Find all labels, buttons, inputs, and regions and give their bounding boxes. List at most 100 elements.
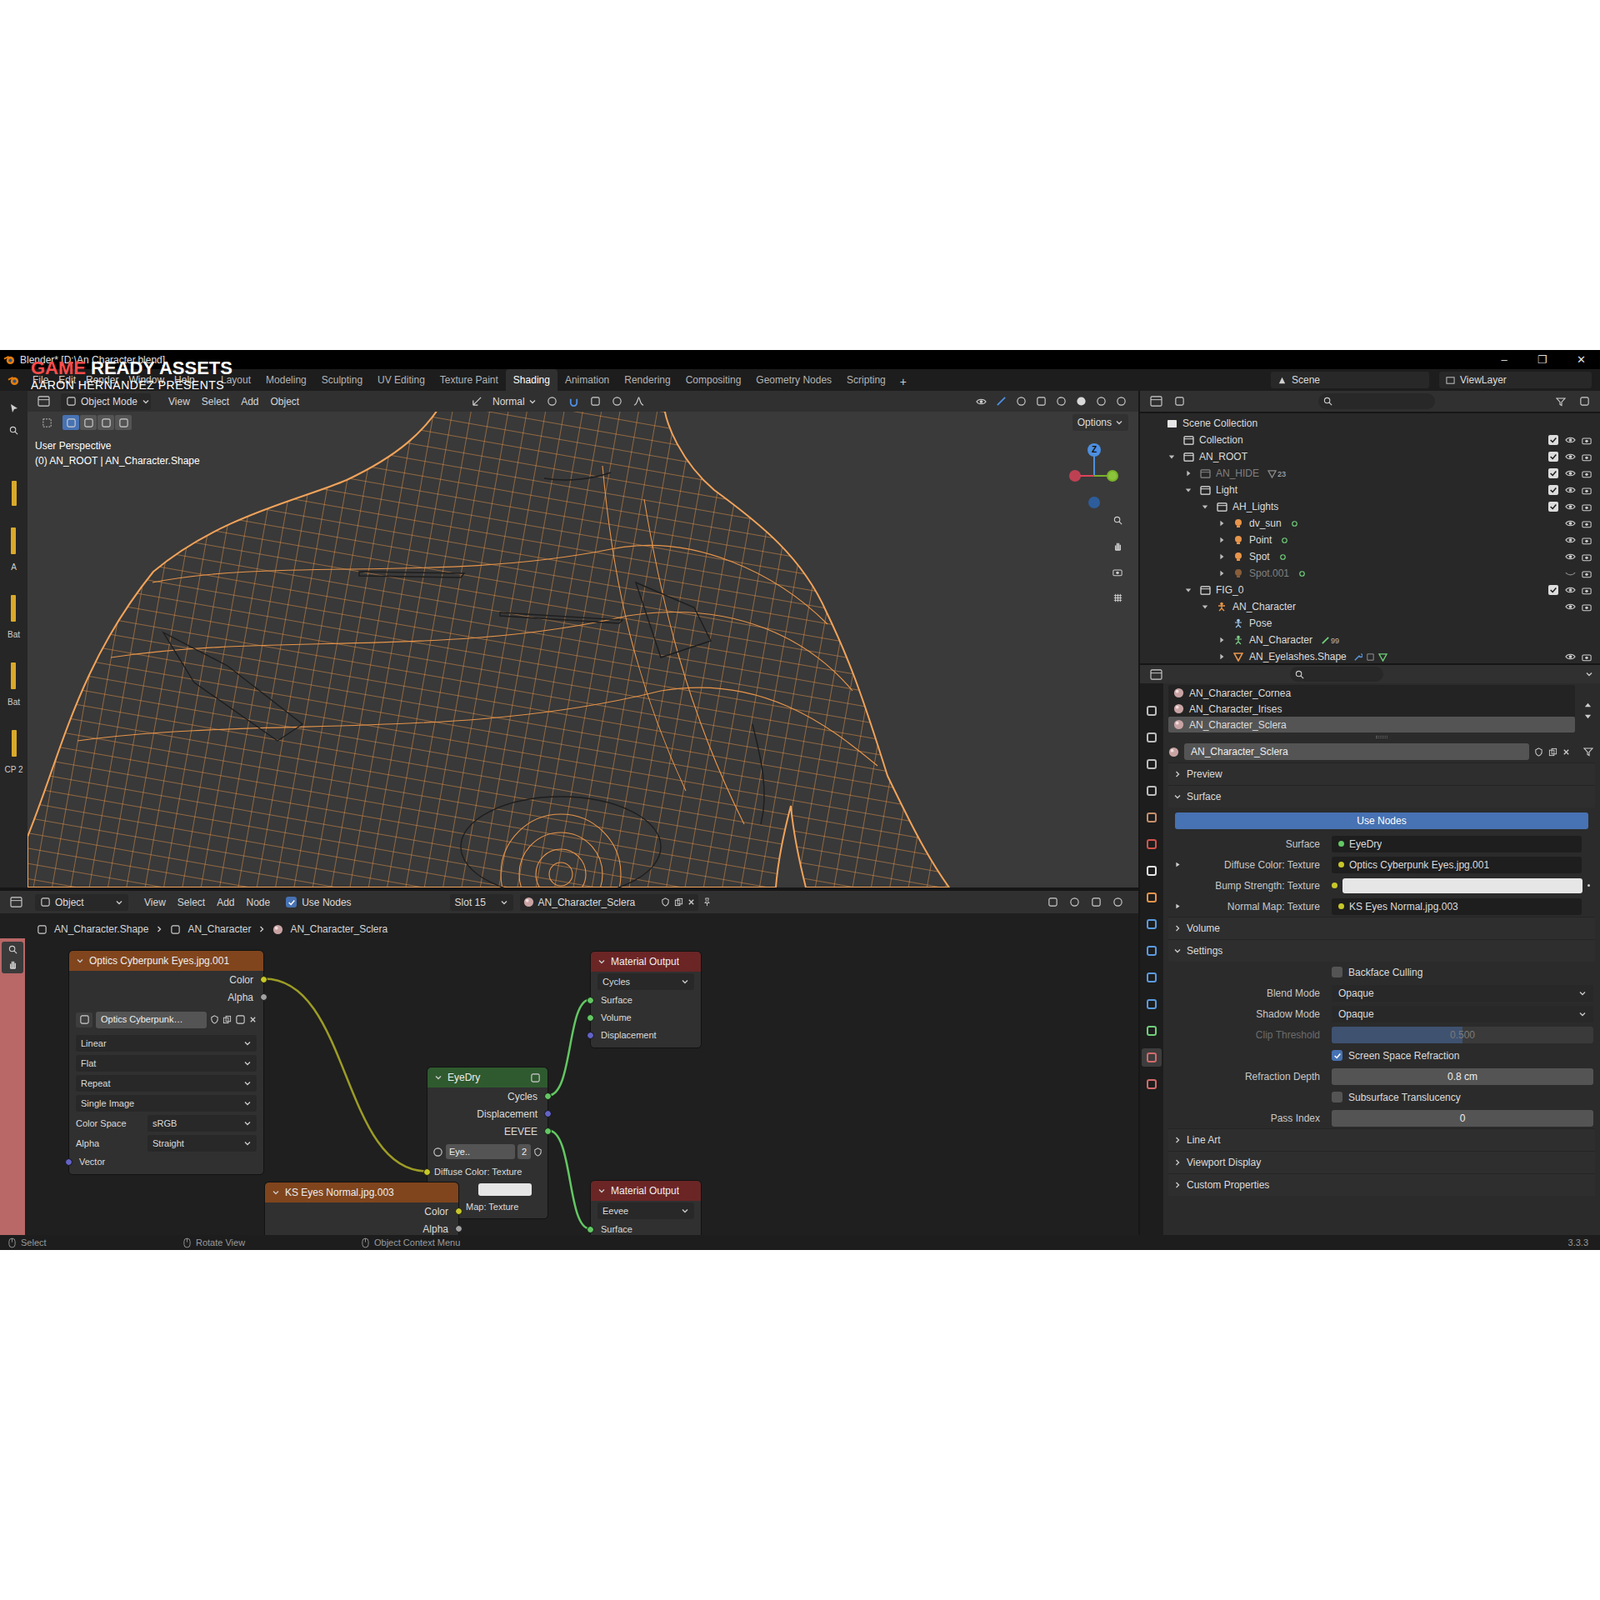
eye-open-icon[interactable] [1565,602,1576,611]
eye-open-icon[interactable] [1565,535,1576,545]
material-field[interactable]: AN_Character_Sclera [520,894,699,911]
output-tab[interactable] [1141,755,1162,774]
output-socket[interactable] [544,1127,552,1135]
item-label[interactable]: Point [1249,532,1272,548]
outliner-search[interactable] [1318,393,1435,410]
panel-header[interactable]: Line Art [1168,1128,1595,1151]
color-field[interactable] [1342,878,1583,894]
checkbox-icon[interactable] [285,896,297,908]
chevron-right-icon[interactable] [1173,1135,1182,1145]
input-socket[interactable] [586,1014,595,1022]
dropdown-field[interactable]: Opaque [1331,1005,1594,1023]
checkbox-icon[interactable] [1548,468,1559,479]
visibility-toggle[interactable] [1561,469,1579,478]
outliner-row[interactable]: AN_ROOT [1140,448,1600,465]
item-label[interactable]: Light [1215,482,1238,498]
output-socket[interactable] [544,1092,552,1100]
visibility-toggle[interactable] [1561,569,1579,578]
mode-dropdown[interactable]: Object Mode [60,393,151,410]
unlink-icon[interactable] [687,898,695,906]
checkbox-icon[interactable] [1331,1050,1343,1061]
use-nodes-toggle[interactable]: Use Nodes [285,895,351,910]
node-editor-menu[interactable]: Select [171,895,211,910]
eye-open-icon[interactable] [1565,585,1576,595]
visibility-toggle[interactable] [1561,535,1579,545]
scene-selector[interactable]: Scene [1270,371,1430,389]
visibility-toggle[interactable] [1561,552,1579,561]
material-shading-icon[interactable] [1091,393,1110,410]
expand-arrow-icon[interactable] [1213,531,1230,549]
editor-type-icon[interactable] [1146,393,1165,410]
eye-open-icon[interactable] [1565,652,1576,661]
output-socket[interactable] [260,975,268,984]
input-socket[interactable] [423,1168,431,1176]
output-socket[interactable] [455,1207,463,1215]
expand-arrow-icon[interactable] [1213,565,1230,582]
expand-arrow-icon[interactable] [1168,903,1187,910]
checkbox-icon[interactable] [1331,966,1343,978]
select-new-icon[interactable] [62,415,80,430]
checkbox-row[interactable]: Backface Culling [1168,961,1595,983]
visibility-toggle[interactable] [1561,652,1579,661]
filter-icon[interactable] [1583,746,1594,757]
render-toggle[interactable] [1578,452,1595,462]
node-editor-menu[interactable]: Node [240,895,277,910]
node-dropdown[interactable]: sRGB [147,1115,257,1132]
panel-header[interactable]: Preview [1168,762,1595,785]
eye-open-icon[interactable] [1565,519,1576,528]
render-tab[interactable] [1141,728,1162,747]
breadcrumb-item[interactable]: AN_Character [187,921,251,937]
outliner-row[interactable]: AN_HIDE23 [1140,465,1600,482]
input-socket[interactable] [586,1031,595,1040]
workspace-tab[interactable]: Geometry Nodes [748,369,840,391]
material-browse-icon[interactable] [1168,746,1180,758]
number-field[interactable]: 0.8 cm [1331,1068,1594,1085]
workspace-tab[interactable]: UV Editing [370,369,433,391]
object-tab[interactable] [1141,888,1162,907]
expand-arrow-icon[interactable] [1180,581,1197,599]
select-tool-icon[interactable] [37,414,56,431]
expand-arrow-icon[interactable] [1146,415,1164,432]
camera-icon[interactable] [1581,502,1592,512]
render-toggle[interactable] [1578,502,1595,512]
expand-arrow-icon[interactable] [1180,481,1197,499]
shader-type-dropdown[interactable]: Object [35,894,129,911]
viewport-menu[interactable]: Object [265,394,306,410]
node-editor-menu[interactable]: View [138,895,172,910]
item-label[interactable]: AH_Lights [1232,499,1279,515]
material-slot[interactable]: AN_Character_Cornea [1168,685,1575,701]
unlink-icon[interactable] [1562,748,1570,756]
camera-icon[interactable] [1581,435,1592,445]
pivot-icon[interactable] [543,393,562,410]
chevron-right-icon[interactable] [1173,924,1182,933]
outliner-row[interactable]: AH_Lights [1140,498,1600,515]
menu-item[interactable]: File [27,372,54,388]
node-tree-icon[interactable] [432,1146,444,1158]
render-toggle[interactable] [1578,602,1595,612]
tool-tab[interactable] [1141,701,1162,720]
strip-tab[interactable]: CP 2 [4,730,23,776]
render-toggle[interactable] [1578,519,1595,529]
chevron-down-icon[interactable] [1173,792,1182,801]
visibility-icon[interactable] [971,393,990,410]
unlink-icon[interactable] [249,1015,257,1024]
fake-user-icon[interactable] [1534,747,1544,757]
select-invert-icon[interactable] [115,415,132,430]
workspace-tab[interactable]: Animation [557,369,617,391]
node-header[interactable]: Material Output [590,1180,701,1201]
properties-search[interactable] [1290,666,1384,682]
strip-tab[interactable]: A [10,527,17,574]
render-toggle[interactable] [1578,585,1595,595]
wireframe-shading-icon[interactable] [1051,393,1070,410]
duplicate-icon[interactable] [1548,747,1558,757]
menu-item[interactable]: Help [169,372,200,388]
workspace-tab[interactable]: Rendering [616,369,678,391]
node-header[interactable]: EyeDry [427,1067,548,1088]
item-label[interactable]: AN_Character [1249,632,1313,648]
constraints-tab[interactable] [1141,995,1162,1014]
window-control[interactable]: ✕ [1561,351,1600,369]
expand-arrow-icon[interactable] [1213,548,1230,565]
snap-icon[interactable] [565,393,584,410]
display-mode-icon[interactable] [1170,393,1189,410]
expand-arrow-icon[interactable] [1213,631,1230,649]
